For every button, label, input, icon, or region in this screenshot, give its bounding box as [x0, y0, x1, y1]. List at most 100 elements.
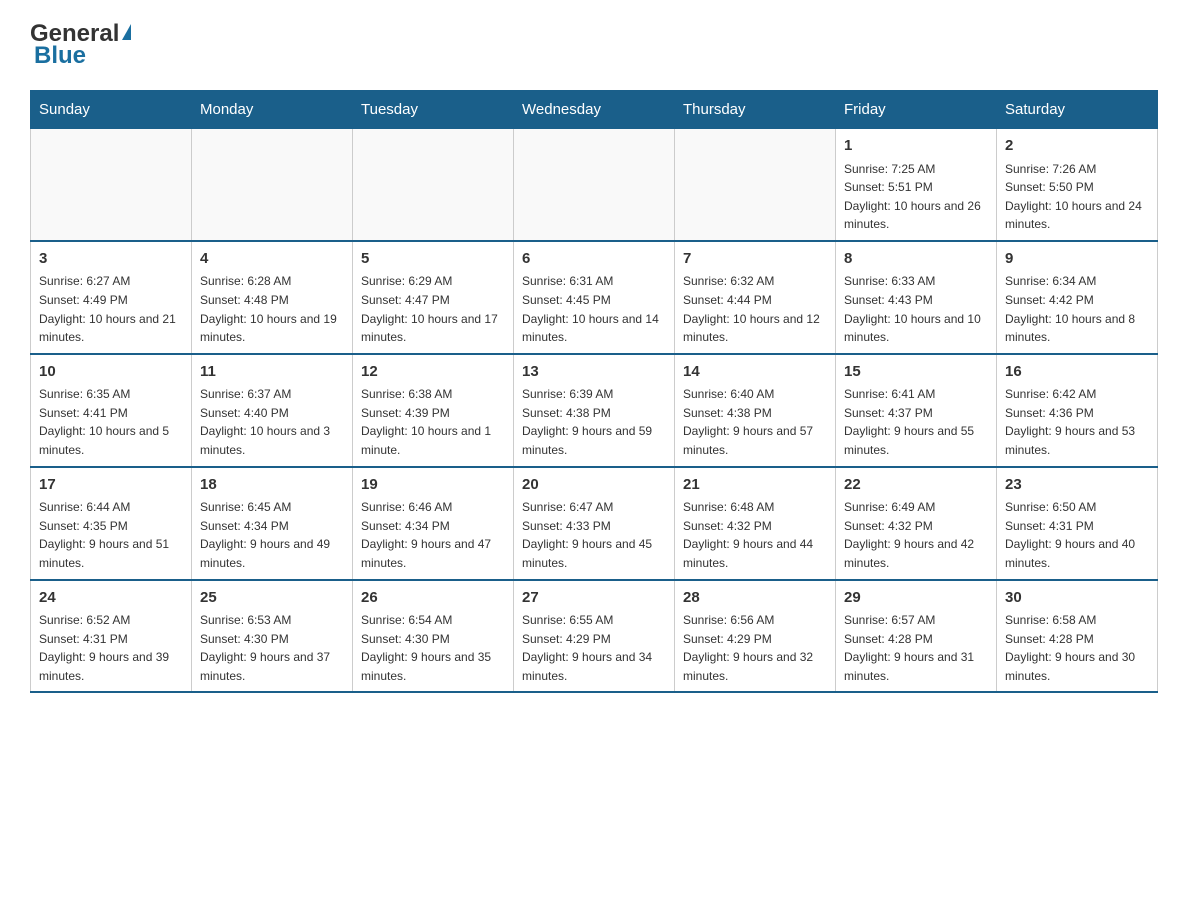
day-number: 5 [361, 248, 505, 271]
day-info: Sunrise: 6:40 AM Sunset: 4:38 PM Dayligh… [683, 385, 827, 459]
header-tuesday: Tuesday [353, 91, 514, 129]
day-info: Sunrise: 6:29 AM Sunset: 4:47 PM Dayligh… [361, 272, 505, 346]
day-info: Sunrise: 6:37 AM Sunset: 4:40 PM Dayligh… [200, 385, 344, 459]
day-info: Sunrise: 6:49 AM Sunset: 4:32 PM Dayligh… [844, 498, 988, 572]
calendar-cell: 5Sunrise: 6:29 AM Sunset: 4:47 PM Daylig… [353, 241, 514, 354]
day-number: 16 [1005, 361, 1149, 384]
calendar-cell: 13Sunrise: 6:39 AM Sunset: 4:38 PM Dayli… [514, 354, 675, 467]
day-number: 8 [844, 248, 988, 271]
day-info: Sunrise: 6:44 AM Sunset: 4:35 PM Dayligh… [39, 498, 183, 572]
day-info: Sunrise: 6:35 AM Sunset: 4:41 PM Dayligh… [39, 385, 183, 459]
calendar-cell [192, 129, 353, 241]
calendar-cell: 23Sunrise: 6:50 AM Sunset: 4:31 PM Dayli… [997, 467, 1158, 580]
day-info: Sunrise: 6:47 AM Sunset: 4:33 PM Dayligh… [522, 498, 666, 572]
calendar-cell: 27Sunrise: 6:55 AM Sunset: 4:29 PM Dayli… [514, 580, 675, 693]
day-info: Sunrise: 6:55 AM Sunset: 4:29 PM Dayligh… [522, 611, 666, 685]
calendar-cell: 10Sunrise: 6:35 AM Sunset: 4:41 PM Dayli… [31, 354, 192, 467]
calendar-cell: 14Sunrise: 6:40 AM Sunset: 4:38 PM Dayli… [675, 354, 836, 467]
day-info: Sunrise: 6:28 AM Sunset: 4:48 PM Dayligh… [200, 272, 344, 346]
day-number: 21 [683, 474, 827, 497]
day-info: Sunrise: 6:32 AM Sunset: 4:44 PM Dayligh… [683, 272, 827, 346]
day-info: Sunrise: 6:46 AM Sunset: 4:34 PM Dayligh… [361, 498, 505, 572]
header-sunday: Sunday [31, 91, 192, 129]
day-info: Sunrise: 6:27 AM Sunset: 4:49 PM Dayligh… [39, 272, 183, 346]
calendar-week-1: 1Sunrise: 7:25 AM Sunset: 5:51 PM Daylig… [31, 129, 1158, 241]
day-info: Sunrise: 6:48 AM Sunset: 4:32 PM Dayligh… [683, 498, 827, 572]
header-thursday: Thursday [675, 91, 836, 129]
day-number: 7 [683, 248, 827, 271]
calendar-cell: 15Sunrise: 6:41 AM Sunset: 4:37 PM Dayli… [836, 354, 997, 467]
day-number: 3 [39, 248, 183, 271]
day-info: Sunrise: 6:38 AM Sunset: 4:39 PM Dayligh… [361, 385, 505, 459]
day-number: 14 [683, 361, 827, 384]
day-info: Sunrise: 6:50 AM Sunset: 4:31 PM Dayligh… [1005, 498, 1149, 572]
calendar-cell: 25Sunrise: 6:53 AM Sunset: 4:30 PM Dayli… [192, 580, 353, 693]
day-number: 23 [1005, 474, 1149, 497]
calendar-cell [675, 129, 836, 241]
logo-blue-text: Blue [34, 42, 86, 70]
calendar-cell: 20Sunrise: 6:47 AM Sunset: 4:33 PM Dayli… [514, 467, 675, 580]
day-info: Sunrise: 7:25 AM Sunset: 5:51 PM Dayligh… [844, 160, 988, 234]
calendar-cell: 17Sunrise: 6:44 AM Sunset: 4:35 PM Dayli… [31, 467, 192, 580]
calendar-cell: 8Sunrise: 6:33 AM Sunset: 4:43 PM Daylig… [836, 241, 997, 354]
day-number: 20 [522, 474, 666, 497]
calendar-cell: 6Sunrise: 6:31 AM Sunset: 4:45 PM Daylig… [514, 241, 675, 354]
calendar-cell: 21Sunrise: 6:48 AM Sunset: 4:32 PM Dayli… [675, 467, 836, 580]
day-number: 6 [522, 248, 666, 271]
day-info: Sunrise: 6:39 AM Sunset: 4:38 PM Dayligh… [522, 385, 666, 459]
day-number: 24 [39, 587, 183, 610]
day-number: 28 [683, 587, 827, 610]
calendar-cell: 7Sunrise: 6:32 AM Sunset: 4:44 PM Daylig… [675, 241, 836, 354]
day-number: 17 [39, 474, 183, 497]
calendar-cell [514, 129, 675, 241]
logo-triangle-icon [122, 24, 131, 40]
day-number: 11 [200, 361, 344, 384]
day-number: 2 [1005, 135, 1149, 158]
day-number: 13 [522, 361, 666, 384]
day-info: Sunrise: 6:33 AM Sunset: 4:43 PM Dayligh… [844, 272, 988, 346]
calendar-cell [31, 129, 192, 241]
calendar-cell: 26Sunrise: 6:54 AM Sunset: 4:30 PM Dayli… [353, 580, 514, 693]
day-number: 22 [844, 474, 988, 497]
calendar-cell: 4Sunrise: 6:28 AM Sunset: 4:48 PM Daylig… [192, 241, 353, 354]
day-info: Sunrise: 6:57 AM Sunset: 4:28 PM Dayligh… [844, 611, 988, 685]
calendar-cell: 1Sunrise: 7:25 AM Sunset: 5:51 PM Daylig… [836, 129, 997, 241]
calendar-cell: 24Sunrise: 6:52 AM Sunset: 4:31 PM Dayli… [31, 580, 192, 693]
calendar-cell [353, 129, 514, 241]
day-info: Sunrise: 6:52 AM Sunset: 4:31 PM Dayligh… [39, 611, 183, 685]
calendar-table: SundayMondayTuesdayWednesdayThursdayFrid… [30, 90, 1158, 693]
day-info: Sunrise: 6:31 AM Sunset: 4:45 PM Dayligh… [522, 272, 666, 346]
calendar-cell: 28Sunrise: 6:56 AM Sunset: 4:29 PM Dayli… [675, 580, 836, 693]
calendar-week-2: 3Sunrise: 6:27 AM Sunset: 4:49 PM Daylig… [31, 241, 1158, 354]
header-saturday: Saturday [997, 91, 1158, 129]
calendar-cell: 22Sunrise: 6:49 AM Sunset: 4:32 PM Dayli… [836, 467, 997, 580]
day-info: Sunrise: 6:34 AM Sunset: 4:42 PM Dayligh… [1005, 272, 1149, 346]
day-number: 1 [844, 135, 988, 158]
day-number: 18 [200, 474, 344, 497]
calendar-cell: 30Sunrise: 6:58 AM Sunset: 4:28 PM Dayli… [997, 580, 1158, 693]
day-info: Sunrise: 6:53 AM Sunset: 4:30 PM Dayligh… [200, 611, 344, 685]
calendar-cell: 19Sunrise: 6:46 AM Sunset: 4:34 PM Dayli… [353, 467, 514, 580]
day-number: 19 [361, 474, 505, 497]
calendar-header-row: SundayMondayTuesdayWednesdayThursdayFrid… [31, 91, 1158, 129]
day-number: 4 [200, 248, 344, 271]
logo: General Blue [30, 20, 131, 70]
calendar-cell: 29Sunrise: 6:57 AM Sunset: 4:28 PM Dayli… [836, 580, 997, 693]
day-number: 29 [844, 587, 988, 610]
calendar-cell: 9Sunrise: 6:34 AM Sunset: 4:42 PM Daylig… [997, 241, 1158, 354]
header-wednesday: Wednesday [514, 91, 675, 129]
day-info: Sunrise: 6:54 AM Sunset: 4:30 PM Dayligh… [361, 611, 505, 685]
day-number: 9 [1005, 248, 1149, 271]
calendar-week-4: 17Sunrise: 6:44 AM Sunset: 4:35 PM Dayli… [31, 467, 1158, 580]
day-info: Sunrise: 6:42 AM Sunset: 4:36 PM Dayligh… [1005, 385, 1149, 459]
day-number: 25 [200, 587, 344, 610]
calendar-cell: 3Sunrise: 6:27 AM Sunset: 4:49 PM Daylig… [31, 241, 192, 354]
day-info: Sunrise: 6:45 AM Sunset: 4:34 PM Dayligh… [200, 498, 344, 572]
calendar-cell: 2Sunrise: 7:26 AM Sunset: 5:50 PM Daylig… [997, 129, 1158, 241]
day-number: 12 [361, 361, 505, 384]
calendar-cell: 11Sunrise: 6:37 AM Sunset: 4:40 PM Dayli… [192, 354, 353, 467]
day-info: Sunrise: 6:58 AM Sunset: 4:28 PM Dayligh… [1005, 611, 1149, 685]
day-info: Sunrise: 6:41 AM Sunset: 4:37 PM Dayligh… [844, 385, 988, 459]
day-number: 26 [361, 587, 505, 610]
header-monday: Monday [192, 91, 353, 129]
